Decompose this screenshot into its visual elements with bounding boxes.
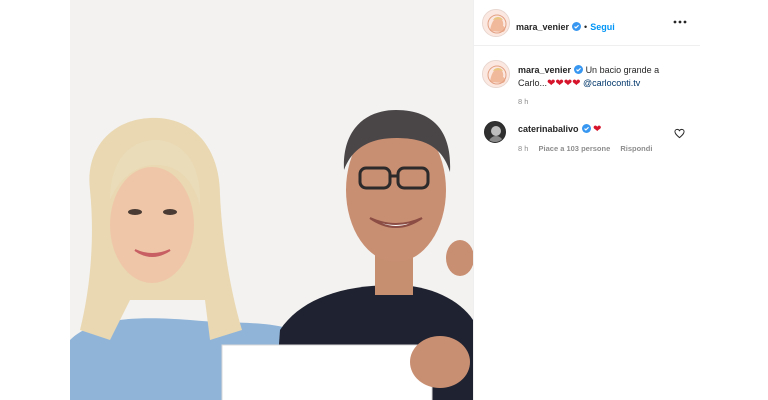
caption-text: mara_venier Un bacio grande a Carlo...❤❤… xyxy=(518,64,688,90)
post-photo xyxy=(70,0,473,400)
avatar-illustration-icon xyxy=(483,61,509,87)
post-image[interactable] xyxy=(70,0,473,400)
follow-button[interactable]: Segui xyxy=(590,22,615,32)
caption-hearts: ❤❤❤❤ xyxy=(547,77,581,89)
separator-dot: • xyxy=(584,22,588,32)
author-avatar[interactable] xyxy=(482,9,510,37)
caption-timestamp[interactable]: 8 h xyxy=(518,97,528,106)
avatar-illustration-icon xyxy=(483,10,509,36)
heart-outline-icon[interactable] xyxy=(674,126,685,139)
comment-hearts: ❤ xyxy=(593,124,602,135)
author-username[interactable]: mara_venier xyxy=(516,22,569,32)
caption-author[interactable]: mara_venier xyxy=(518,65,571,75)
reply-button[interactable]: Rispondi xyxy=(620,144,652,153)
verified-badge-icon xyxy=(572,18,582,31)
comment-text: caterinabalivo ❤ xyxy=(518,124,601,135)
caption-author-avatar[interactable] xyxy=(482,60,510,88)
more-options-icon[interactable] xyxy=(672,14,688,30)
verified-badge-icon xyxy=(581,124,591,133)
caption-mention-link[interactable]: @carloconti.tv xyxy=(583,78,640,88)
comment-timestamp[interactable]: 8 h xyxy=(518,144,528,153)
commenter-photo-icon xyxy=(485,122,505,142)
post-side-panel: mara_venier • Segui mara_venier Un bacio g… xyxy=(473,0,700,400)
post-header: mara_venier • Segui xyxy=(474,0,700,46)
comment-author[interactable]: caterinabalivo xyxy=(518,124,579,134)
verified-badge-icon xyxy=(574,65,584,74)
commenter-avatar[interactable] xyxy=(484,121,506,143)
comment-likes[interactable]: Piace a 103 persone xyxy=(539,144,611,153)
comment-meta: 8 h Piace a 103 persone Rispondi xyxy=(518,144,652,153)
